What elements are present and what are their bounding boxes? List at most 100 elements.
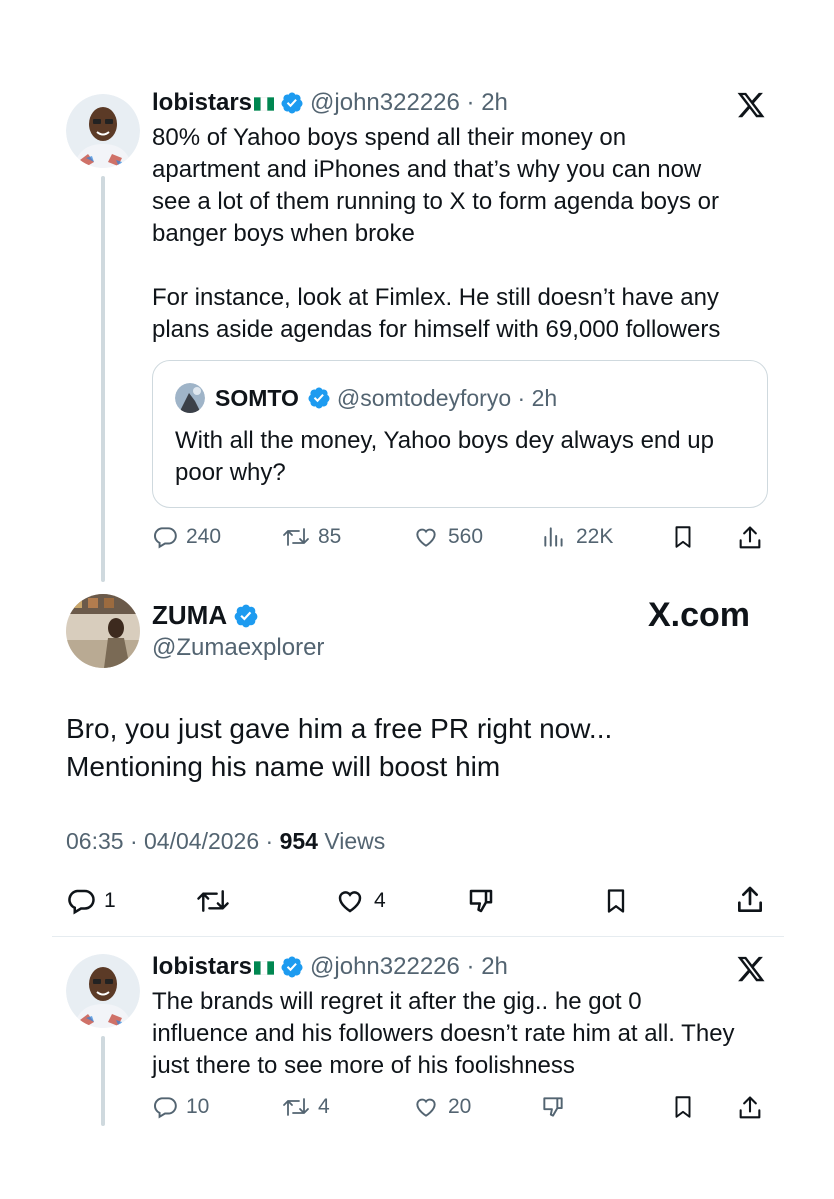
author-handle[interactable]: @john322226 bbox=[310, 88, 460, 118]
reply-icon bbox=[154, 527, 177, 549]
avatar-lobistars[interactable] bbox=[66, 954, 140, 1028]
quote-author-name[interactable]: SOMTO bbox=[215, 383, 299, 413]
x-logo-icon bbox=[737, 956, 765, 982]
author-name[interactable]: lobistars bbox=[152, 88, 252, 118]
nigeria-flag-icon bbox=[254, 961, 275, 975]
like-icon bbox=[416, 1098, 436, 1117]
dislike-icon bbox=[469, 889, 493, 913]
quoted-tweet-card[interactable]: SOMTO @somtodeyforyo · 2h With all the m… bbox=[152, 360, 768, 508]
post-time[interactable]: 2h bbox=[481, 88, 508, 118]
reply-icon bbox=[154, 1097, 177, 1119]
like-count: 560 bbox=[448, 525, 484, 548]
divider bbox=[52, 936, 784, 937]
views-count: 22K bbox=[576, 525, 614, 548]
repost-button[interactable]: 85 bbox=[282, 524, 341, 550]
text-line: Mentioning his name will boost him bbox=[66, 751, 501, 782]
views-count: 954 bbox=[279, 828, 318, 854]
separator-dot: · bbox=[459, 89, 482, 116]
repost-count: 85 bbox=[318, 525, 342, 548]
tweet3-header: lobistars @john322226 · 2h bbox=[152, 952, 508, 982]
quote-text: With all the money, Yahoo boys dey alway… bbox=[175, 425, 755, 489]
text-line: influence and his followers doesn’t rate… bbox=[152, 1020, 735, 1047]
main-tweet-text: Bro, you just gave him a free PR right n… bbox=[66, 710, 612, 786]
tweet1-header: lobistars @john322226 · 2h bbox=[152, 88, 508, 118]
separator-dot: · bbox=[459, 953, 482, 980]
dislike-button[interactable] bbox=[466, 886, 496, 916]
share-icon bbox=[739, 1096, 761, 1119]
like-button[interactable]: 560 bbox=[412, 524, 483, 550]
repost-count: 4 bbox=[318, 1095, 330, 1118]
separator-dot: · bbox=[265, 828, 280, 854]
views-icon bbox=[544, 527, 563, 547]
share-button[interactable] bbox=[736, 1094, 764, 1122]
bookmark-icon bbox=[607, 889, 625, 913]
bookmark-icon bbox=[675, 1096, 691, 1118]
text-line: With all the money, Yahoo boys dey alway… bbox=[175, 427, 714, 454]
reply-count: 240 bbox=[186, 525, 222, 548]
repost-button[interactable] bbox=[196, 886, 230, 916]
dislike-button[interactable] bbox=[540, 1094, 566, 1120]
share-button[interactable] bbox=[734, 884, 766, 916]
quote-post-time[interactable]: 2h bbox=[532, 383, 558, 413]
reply-button[interactable]: 10 bbox=[152, 1094, 209, 1120]
repost-icon bbox=[197, 890, 229, 912]
tweet1-text: 80% of Yahoo boys spend all their money … bbox=[152, 122, 772, 346]
bookmark-button[interactable] bbox=[670, 1094, 696, 1120]
text-line: For instance, look at Fimlex. He still d… bbox=[152, 284, 719, 311]
repost-icon bbox=[283, 1098, 309, 1116]
post-time[interactable]: 06:35 bbox=[66, 828, 124, 854]
verified-badge-icon bbox=[308, 387, 330, 409]
author-name[interactable]: lobistars bbox=[152, 952, 252, 982]
like-count: 20 bbox=[448, 1095, 472, 1118]
like-count: 4 bbox=[374, 889, 386, 912]
author-handle[interactable]: @john322226 bbox=[310, 952, 460, 982]
bookmark-button[interactable] bbox=[670, 524, 696, 550]
thread-line bbox=[101, 1036, 105, 1126]
text-line bbox=[152, 250, 772, 282]
avatar-somto[interactable] bbox=[175, 383, 205, 413]
main-author-name-row: ZUMA bbox=[152, 600, 265, 631]
dislike-icon bbox=[543, 1097, 563, 1117]
thread-line bbox=[101, 176, 105, 582]
text-line: apartment and iPhones and that’s why you… bbox=[152, 156, 702, 183]
repost-button[interactable]: 4 bbox=[282, 1094, 330, 1120]
post-date[interactable]: 04/04/2026 bbox=[144, 828, 259, 854]
reply-count: 10 bbox=[186, 1095, 210, 1118]
quote-header: SOMTO @somtodeyforyo · 2h bbox=[215, 383, 557, 413]
tweet-meta: 06:35 · 04/04/2026 · 954 Views bbox=[66, 828, 385, 855]
text-line: Bro, you just gave him a free PR right n… bbox=[66, 713, 613, 744]
post-time[interactable]: 2h bbox=[481, 952, 508, 982]
separator-dot: · bbox=[511, 385, 532, 411]
x-com-watermark: X.com bbox=[648, 596, 750, 635]
share-button[interactable] bbox=[736, 524, 764, 552]
text-line: plans aside agendas for himself with 69,… bbox=[152, 316, 721, 343]
quote-author-handle[interactable]: @somtodeyforyo bbox=[337, 383, 511, 413]
like-icon bbox=[416, 528, 436, 547]
nigeria-flag-icon bbox=[254, 97, 275, 111]
verified-badge-icon bbox=[234, 604, 258, 627]
text-line: poor why? bbox=[175, 459, 286, 486]
avatar-lobistars[interactable] bbox=[66, 94, 140, 168]
views-button[interactable]: 22K bbox=[540, 524, 613, 550]
text-line: just there to see more of his foolishnes… bbox=[152, 1052, 575, 1079]
text-line: banger boys when broke bbox=[152, 220, 415, 247]
x-logo-icon bbox=[737, 92, 765, 118]
repost-icon bbox=[283, 528, 309, 546]
reply-button[interactable]: 240 bbox=[152, 524, 221, 550]
verified-badge-icon bbox=[281, 956, 303, 978]
verified-badge-icon bbox=[281, 92, 303, 114]
bookmark-button[interactable] bbox=[602, 886, 630, 916]
like-button[interactable]: 4 bbox=[334, 886, 386, 916]
text-line: The brands will regret it after the gig.… bbox=[152, 988, 642, 1015]
like-button[interactable]: 20 bbox=[412, 1094, 471, 1120]
main-author-handle[interactable]: @Zumaexplorer bbox=[152, 634, 324, 662]
main-author-name[interactable]: ZUMA bbox=[152, 600, 227, 631]
text-line: 80% of Yahoo boys spend all their money … bbox=[152, 124, 627, 151]
avatar-zuma[interactable] bbox=[66, 594, 140, 668]
views-label: Views bbox=[324, 828, 386, 854]
reply-icon bbox=[68, 889, 95, 915]
like-icon bbox=[338, 891, 362, 913]
brand-text: X.com bbox=[648, 596, 751, 634]
reply-button[interactable]: 1 bbox=[66, 886, 116, 916]
tweet3-text: The brands will regret it after the gig.… bbox=[152, 986, 782, 1082]
